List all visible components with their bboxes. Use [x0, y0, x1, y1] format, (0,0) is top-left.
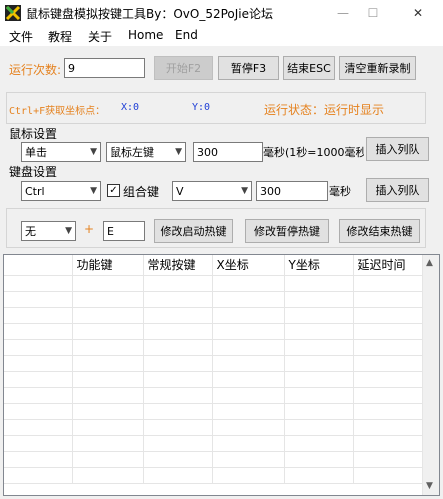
- column-header-delay[interactable]: 延迟时间: [353, 255, 423, 276]
- scroll-down-icon[interactable]: ▼: [426, 481, 433, 491]
- keyboard-insert-queue-button[interactable]: 插入列队: [366, 178, 429, 202]
- table-row[interactable]: [4, 355, 423, 372]
- app-logo-icon: [5, 5, 21, 21]
- table-row[interactable]: [4, 307, 423, 324]
- column-header-x[interactable]: X坐标: [212, 255, 285, 276]
- run-count-label: 运行次数:: [9, 63, 62, 77]
- coord-y: Y:0: [192, 102, 211, 113]
- chevron-down-icon: ▼: [241, 186, 248, 196]
- run-status-value: 运行时显示: [324, 103, 385, 117]
- change-pause-hotkey-button[interactable]: 修改暂停热键: [245, 219, 329, 243]
- table-row[interactable]: [4, 451, 423, 468]
- vertical-scrollbar[interactable]: ▲ ▼: [422, 255, 439, 495]
- menu-end[interactable]: End: [175, 28, 198, 42]
- queue-table[interactable]: 功能键 常规按键 X坐标 Y坐标 延迟时间 ▲ ▼: [3, 254, 440, 496]
- hotkey-modifier-value: 无: [25, 225, 36, 238]
- mouse-delay-unit: 毫秒(1秒=1000毫秒): [263, 146, 364, 159]
- mouse-insert-queue-button[interactable]: 插入列队: [366, 137, 429, 161]
- menu-tutorial[interactable]: 教程: [48, 28, 72, 45]
- table-row[interactable]: [4, 275, 423, 292]
- chevron-down-icon: ▼: [90, 186, 97, 196]
- menu-file[interactable]: 文件: [9, 28, 33, 45]
- menu-about[interactable]: 关于: [88, 28, 112, 45]
- end-button[interactable]: 结束ESC: [283, 56, 335, 80]
- mouse-button-value: 鼠标左键: [110, 146, 154, 159]
- table-row[interactable]: [4, 467, 423, 484]
- start-button[interactable]: 开始F2: [154, 56, 213, 80]
- mouse-button-select[interactable]: 鼠标左键 ▼: [106, 142, 186, 162]
- table-row[interactable]: [4, 403, 423, 420]
- table-row[interactable]: [4, 435, 423, 452]
- mouse-delay-input[interactable]: 300: [193, 142, 263, 162]
- clear-rerecord-button[interactable]: 清空重新录制: [339, 56, 416, 80]
- table-row[interactable]: [4, 371, 423, 388]
- column-header-index[interactable]: [4, 255, 73, 276]
- key-select[interactable]: V ▼: [172, 181, 252, 201]
- window-title: 鼠标键盘模拟按键工具By：OvO_52PoJie论坛: [26, 7, 274, 21]
- modifier-key-select[interactable]: Ctrl ▼: [21, 181, 101, 201]
- click-type-value: 单击: [25, 146, 47, 159]
- table-row[interactable]: [4, 339, 423, 356]
- minimize-icon: —: [337, 6, 349, 20]
- modifier-key-value: Ctrl: [25, 184, 45, 198]
- table-row[interactable]: [4, 419, 423, 436]
- combo-key-checkbox[interactable]: ✓: [107, 184, 120, 197]
- run-status-label: 运行状态：: [264, 103, 325, 117]
- click-type-select[interactable]: 单击 ▼: [21, 142, 101, 162]
- run-count-input[interactable]: 9: [64, 58, 145, 78]
- change-start-hotkey-button[interactable]: 修改启动热键: [154, 219, 233, 243]
- column-header-function-key[interactable]: 功能键: [72, 255, 144, 276]
- table-header-row: 功能键 常规按键 X坐标 Y坐标 延迟时间: [4, 255, 423, 276]
- chevron-down-icon: ▼: [175, 147, 182, 157]
- mouse-settings-label: 鼠标设置: [9, 127, 58, 141]
- key-value: V: [176, 184, 184, 198]
- key-delay-input[interactable]: 300: [256, 181, 328, 201]
- menu-home[interactable]: Home: [128, 28, 163, 42]
- plus-sign: +: [84, 222, 95, 236]
- maximize-button[interactable]: ☐: [353, 0, 393, 26]
- hotkey-key-input[interactable]: E: [103, 221, 145, 241]
- key-delay-unit: 毫秒: [329, 185, 351, 198]
- table-row[interactable]: [4, 323, 423, 340]
- column-header-regular-key[interactable]: 常规按键: [143, 255, 213, 276]
- close-icon: ✕: [412, 6, 424, 20]
- maximize-icon: ☐: [367, 6, 379, 20]
- table-row[interactable]: [4, 387, 423, 404]
- pause-button[interactable]: 暂停F3: [218, 56, 279, 80]
- hotkey-modifier-select[interactable]: 无 ▼: [21, 221, 76, 241]
- queue-grid: 功能键 常规按键 X坐标 Y坐标 延迟时间: [4, 255, 423, 484]
- scroll-up-icon[interactable]: ▲: [426, 258, 433, 268]
- chevron-down-icon: ▼: [65, 226, 72, 236]
- keyboard-settings-label: 键盘设置: [9, 165, 58, 179]
- column-header-y[interactable]: Y坐标: [284, 255, 354, 276]
- table-row[interactable]: [4, 291, 423, 308]
- close-button[interactable]: ✕: [398, 0, 438, 26]
- chevron-down-icon: ▼: [90, 147, 97, 157]
- coord-x: X:0: [121, 102, 140, 113]
- combo-key-label: 组合键: [123, 185, 160, 199]
- change-end-hotkey-button[interactable]: 修改结束热键: [339, 219, 420, 243]
- coords-hint: Ctrl+F获取坐标点：: [9, 106, 106, 117]
